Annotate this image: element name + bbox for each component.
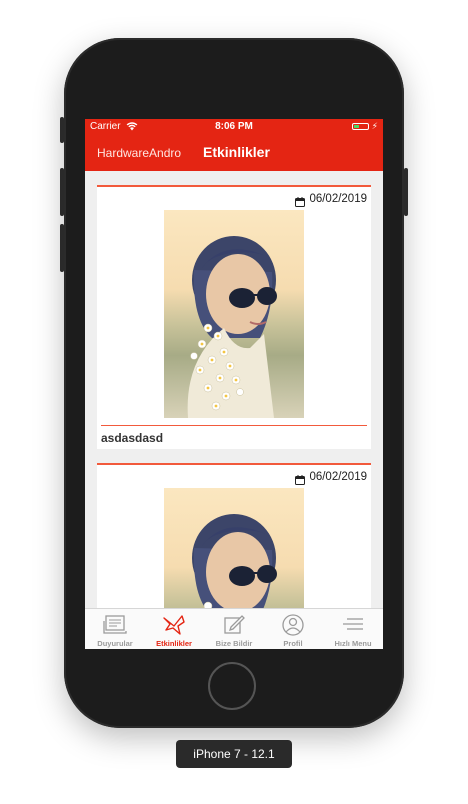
page-title: Etkinlikler <box>203 144 270 160</box>
event-date: 06/02/2019 <box>309 471 367 483</box>
newspaper-icon <box>103 614 127 641</box>
tab-bar: Duyurular Etkinlikler Bize Bildir Profil… <box>85 608 383 649</box>
profile-icon <box>281 614 305 641</box>
tab-profil[interactable]: Profil <box>263 609 323 649</box>
card-accent-line <box>97 463 371 465</box>
app-screen: Carrier 8:06 PM ⚡ HardwareAndro Etkinlik… <box>85 119 383 649</box>
volume-up-button <box>60 168 64 216</box>
status-time: 8:06 PM <box>215 121 253 132</box>
status-bar: Carrier 8:06 PM ⚡ <box>85 119 383 135</box>
tab-label: Etkinlikler <box>156 639 192 648</box>
home-button[interactable] <box>208 662 256 710</box>
power-button <box>404 168 408 216</box>
navigation-bar: HardwareAndro Etkinlikler <box>85 135 383 171</box>
mute-switch <box>60 117 64 143</box>
event-photo[interactable] <box>164 210 304 418</box>
device-label: iPhone 7 - 12.1 <box>176 740 292 768</box>
tab-label: Duyurular <box>97 639 133 648</box>
charging-icon: ⚡ <box>371 121 378 131</box>
tab-etkinlikler[interactable]: Etkinlikler <box>144 609 204 649</box>
tab-label: Profil <box>283 639 303 648</box>
menu-icon <box>341 614 365 641</box>
volume-down-button <box>60 224 64 272</box>
tab-label: Hızlı Menu <box>334 639 372 648</box>
back-button[interactable]: HardwareAndro <box>97 146 181 160</box>
event-card[interactable]: 06/02/2019 <box>97 185 371 449</box>
battery-icon <box>352 123 369 130</box>
tab-hizli-menu[interactable]: Hızlı Menu <box>323 609 383 649</box>
tab-bize-bildir[interactable]: Bize Bildir <box>204 609 264 649</box>
event-name: asdasdasd <box>101 431 164 445</box>
edit-icon <box>222 614 246 641</box>
tab-duyurular[interactable]: Duyurular <box>85 609 145 649</box>
card-divider <box>101 425 367 426</box>
card-accent-line <box>97 185 371 187</box>
bird-icon <box>162 614 186 641</box>
tab-label: Bize Bildir <box>215 639 253 648</box>
event-date: 06/02/2019 <box>309 193 367 205</box>
